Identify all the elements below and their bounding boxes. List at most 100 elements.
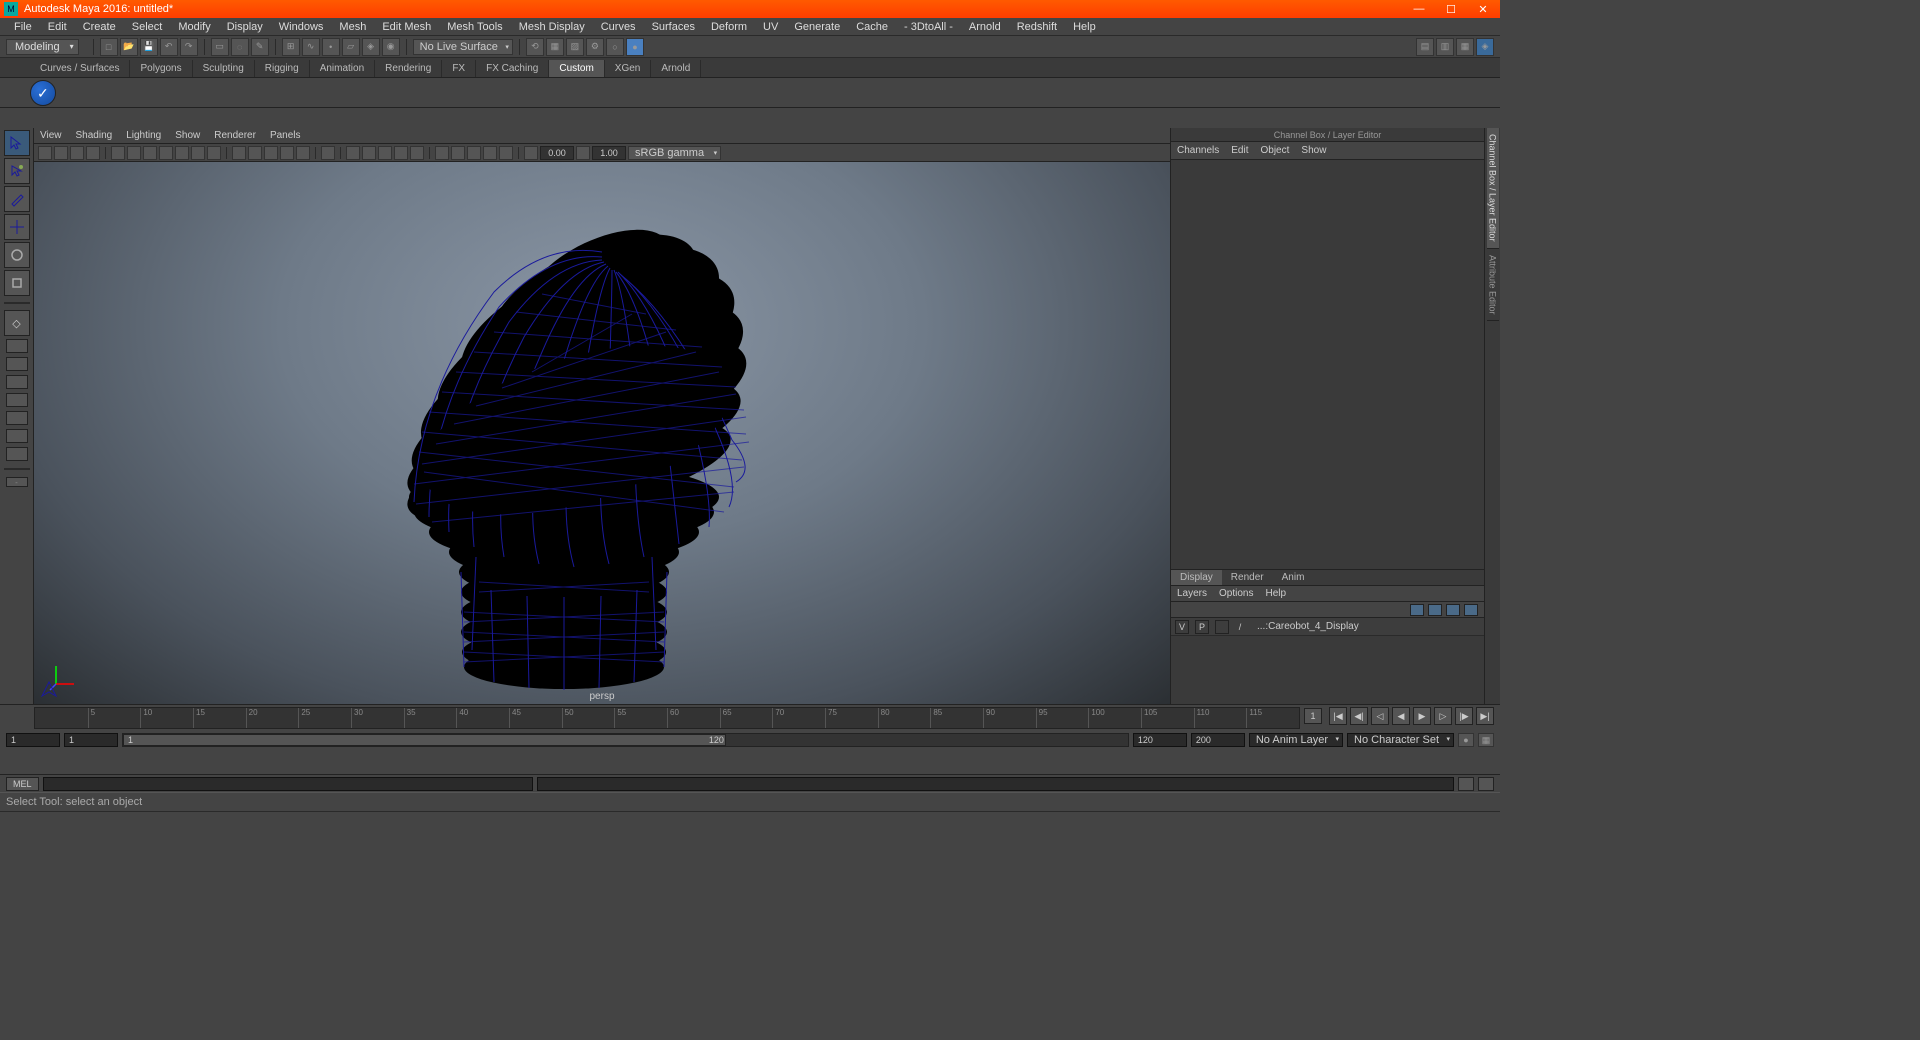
grid-icon[interactable] [435, 146, 449, 160]
layer-row[interactable]: V P / ...:Careobot_4_Display [1171, 618, 1484, 636]
camera-attributes-icon[interactable] [70, 146, 84, 160]
tab-channel-box[interactable]: Channel Box / Layer Editor [1487, 128, 1499, 249]
command-shell-button[interactable] [1478, 777, 1494, 791]
panel-menu-show[interactable]: Show [175, 130, 200, 141]
menu-edit[interactable]: Edit [40, 19, 75, 35]
toggle-modeling-icon[interactable]: ◈ [1476, 38, 1494, 56]
layer-reference-toggle[interactable]: / [1235, 620, 1245, 634]
menu-mesh-display[interactable]: Mesh Display [511, 19, 593, 35]
layer-display-type-toggle[interactable] [1215, 620, 1229, 634]
anim-layer-dropdown[interactable]: No Anim Layer [1249, 733, 1343, 747]
range-slider[interactable]: 1 120 [122, 733, 1129, 747]
use-lights-icon[interactable] [280, 146, 294, 160]
exposure-field[interactable]: 0.00 [540, 146, 574, 160]
film-gate-icon[interactable] [127, 146, 141, 160]
move-layer-up-icon[interactable] [1410, 604, 1424, 616]
smooth-shade-icon[interactable]: ● [626, 38, 644, 56]
command-input[interactable] [43, 777, 533, 791]
toggle-channelbox-icon[interactable]: ▤ [1416, 38, 1434, 56]
undo-icon[interactable]: ↶ [160, 38, 178, 56]
motion-blur-icon[interactable] [410, 146, 424, 160]
go-to-start-button[interactable]: |◀ [1329, 707, 1347, 725]
menu-uv[interactable]: UV [755, 19, 786, 35]
cb-menu-edit[interactable]: Edit [1231, 145, 1248, 156]
step-back-frame-button[interactable]: ◁ [1371, 707, 1389, 725]
auto-key-toggle-icon[interactable]: ● [1458, 733, 1474, 747]
smooth-shade-icon[interactable] [248, 146, 262, 160]
shelf-tab-fx[interactable]: FX [442, 60, 476, 77]
custom-shelf-button[interactable] [30, 80, 56, 106]
textured-icon[interactable] [264, 146, 278, 160]
cb-menu-channels[interactable]: Channels [1177, 145, 1219, 156]
prefs-icon[interactable]: ▦ [1478, 733, 1494, 747]
layout-single[interactable] [6, 339, 28, 353]
gamma-icon[interactable] [576, 146, 590, 160]
save-scene-icon[interactable]: 💾 [140, 38, 158, 56]
layer-tab-render[interactable]: Render [1222, 570, 1273, 585]
menu-generate[interactable]: Generate [786, 19, 848, 35]
cb-menu-show[interactable]: Show [1301, 145, 1326, 156]
shelf-tab-fx-caching[interactable]: FX Caching [476, 60, 549, 77]
layer-playback-toggle[interactable]: P [1195, 620, 1209, 634]
exposure-icon[interactable] [524, 146, 538, 160]
layout-custom[interactable]: - [6, 477, 28, 487]
new-layer-selected-icon[interactable] [1464, 604, 1478, 616]
shelf-tab-rendering[interactable]: Rendering [375, 60, 442, 77]
menu-modify[interactable]: Modify [170, 19, 218, 35]
snap-live-icon[interactable]: ◉ [382, 38, 400, 56]
menu-create[interactable]: Create [75, 19, 124, 35]
layout-hypershade[interactable] [6, 429, 28, 443]
range-end-inner[interactable]: 120 [1133, 733, 1187, 747]
layer-menu-help[interactable]: Help [1265, 588, 1286, 599]
menu-arnold[interactable]: Arnold [961, 19, 1009, 35]
menu-edit-mesh[interactable]: Edit Mesh [374, 19, 439, 35]
menu-redshift[interactable]: Redshift [1009, 19, 1065, 35]
mode-selector[interactable]: Modeling [6, 39, 79, 55]
wireframe-icon[interactable] [232, 146, 246, 160]
history-icon[interactable]: ⟲ [526, 38, 544, 56]
snap-grid-icon[interactable]: ⊞ [282, 38, 300, 56]
new-empty-layer-icon[interactable] [1446, 604, 1460, 616]
play-forward-button[interactable]: ▶ [1413, 707, 1431, 725]
menu-deform[interactable]: Deform [703, 19, 755, 35]
shelf-tab-rigging[interactable]: Rigging [255, 60, 310, 77]
range-handle[interactable] [123, 734, 726, 746]
xray-icon[interactable] [346, 146, 360, 160]
xray-joints-icon[interactable] [362, 146, 376, 160]
menu-mesh[interactable]: Mesh [331, 19, 374, 35]
select-tool[interactable] [4, 130, 30, 156]
film-origin-icon[interactable] [451, 146, 465, 160]
layout-two-stack[interactable] [6, 393, 28, 407]
ipr-render-icon[interactable]: ▨ [566, 38, 584, 56]
snap-plane-icon[interactable]: ▱ [342, 38, 360, 56]
tab-attribute-editor[interactable]: Attribute Editor [1487, 249, 1499, 322]
film-pivot-icon[interactable] [467, 146, 481, 160]
menu-cache[interactable]: Cache [848, 19, 896, 35]
play-backward-button[interactable]: ◀ [1392, 707, 1410, 725]
redo-icon[interactable]: ↷ [180, 38, 198, 56]
layout-persp-outliner[interactable] [6, 411, 28, 425]
layer-menu-layers[interactable]: Layers [1177, 588, 1207, 599]
range-end-outer[interactable]: 200 [1191, 733, 1245, 747]
menu-display[interactable]: Display [219, 19, 271, 35]
shelf-tab-animation[interactable]: Animation [310, 60, 375, 77]
shelf-tab-arnold[interactable]: Arnold [651, 60, 701, 77]
safe-action-icon[interactable] [191, 146, 205, 160]
panel-menu-lighting[interactable]: Lighting [126, 130, 161, 141]
panel-menu-panels[interactable]: Panels [270, 130, 301, 141]
step-forward-key-button[interactable]: |▶ [1455, 707, 1473, 725]
bookmarks-icon[interactable] [86, 146, 100, 160]
lasso-select-icon[interactable]: ◌ [231, 38, 249, 56]
move-tool[interactable] [4, 214, 30, 240]
resolution-gate-icon[interactable] [143, 146, 157, 160]
range-start-inner[interactable]: 1 [64, 733, 118, 747]
range-start-outer[interactable]: 1 [6, 733, 60, 747]
gate-mask-icon[interactable] [159, 146, 173, 160]
menu-surfaces[interactable]: Surfaces [644, 19, 703, 35]
menu--3dtoall-[interactable]: - 3DtoAll - [896, 19, 961, 35]
menu-select[interactable]: Select [124, 19, 171, 35]
layout-persp-graph[interactable] [6, 447, 28, 461]
live-surface-dropdown[interactable]: No Live Surface [413, 39, 513, 55]
layer-tab-display[interactable]: Display [1171, 570, 1222, 585]
occlusion-icon[interactable] [378, 146, 392, 160]
